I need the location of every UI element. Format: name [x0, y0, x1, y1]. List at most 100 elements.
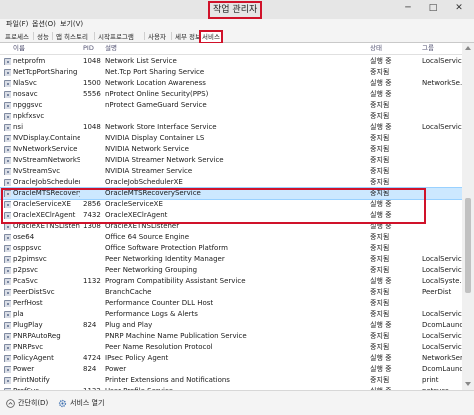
- service-group: LocalServic...: [422, 310, 462, 318]
- service-description: Peer Networking Identity Manager: [105, 255, 225, 263]
- service-row[interactable]: netprofm 1048 Network List Service 실행 중 Loca…: [0, 56, 462, 67]
- tab-divider: [144, 32, 145, 40]
- service-row[interactable]: PNRPAutoReg PNRP Machine Name Publication…: [0, 331, 462, 342]
- service-row[interactable]: OracleServiceXE 2856 OracleServiceXE 실행 중: [0, 199, 462, 210]
- service-description: Plug and Play: [105, 321, 153, 329]
- column-header-description[interactable]: 설명: [105, 43, 117, 54]
- service-pid: 4724: [83, 354, 101, 362]
- service-row[interactable]: NvNetworkService NVIDIA Network Service 중지…: [0, 144, 462, 155]
- service-row[interactable]: nsi 1048 Network Store Interface Service 실행…: [0, 122, 462, 133]
- service-description: Program Compatibility Assistant Service: [105, 277, 246, 285]
- service-group: LocalSyste...: [422, 277, 462, 285]
- service-row[interactable]: ose64 Office 64 Source Engine 중지됨: [0, 232, 462, 243]
- menu-file[interactable]: 파일(F): [6, 19, 28, 30]
- service-row[interactable]: pla Performance Logs & Alerts 중지됨 LocalServ…: [0, 309, 462, 320]
- service-row[interactable]: PNRPsvc Peer Name Resolution Protocol 중지됨 L…: [0, 342, 462, 353]
- open-services-link[interactable]: 서비스 열기: [58, 397, 104, 409]
- tab-divider: [94, 32, 95, 40]
- service-status: 실행 중: [370, 57, 392, 65]
- service-description: Peer Name Resolution Protocol: [105, 343, 213, 351]
- service-row[interactable]: Power 824 Power 실행 중 DcomLaunch: [0, 364, 462, 375]
- title-bar: 작업 관리자 ─ □ ✕: [0, 0, 474, 19]
- scrollbar-thumb[interactable]: [465, 198, 471, 293]
- service-status: 실행 중: [370, 277, 392, 285]
- service-group: DcomLaunch: [422, 321, 462, 329]
- service-row[interactable]: PeerDistSvc BranchCache 중지됨 PeerDist: [0, 287, 462, 298]
- scroll-up-arrow-icon[interactable]: [465, 46, 471, 50]
- column-header-group[interactable]: 그룹: [422, 43, 434, 54]
- service-name: ose64: [13, 233, 35, 241]
- service-pid: 824: [83, 321, 97, 329]
- tab-services[interactable]: 서비스: [199, 30, 223, 44]
- column-header-status[interactable]: 상태: [370, 43, 382, 54]
- service-gear-icon: [4, 355, 11, 362]
- service-row[interactable]: osppsvc Office Software Protection Platfo…: [0, 243, 462, 254]
- service-row[interactable]: NetTcpPortSharing Net.Tcp Port Sharing Se…: [0, 67, 462, 78]
- service-row[interactable]: OracleXETNSListener 1308 OracleXETNSListen…: [0, 221, 462, 232]
- service-name: PcaSvc: [13, 277, 38, 285]
- service-row[interactable]: OracleJobSchedulerXE OracleJobSchedulerXE…: [0, 177, 462, 188]
- header-divider: [0, 54, 462, 55]
- tab-divider: [171, 32, 172, 40]
- service-row[interactable]: NVDisplay.Container... NVIDIA Display Con…: [0, 133, 462, 144]
- service-name: OracleMTSRecovery...: [13, 189, 80, 197]
- service-name: NlaSvc: [13, 79, 37, 87]
- service-row[interactable]: nosavc 5556 nProtect Online Security(PPS) 실…: [0, 89, 462, 100]
- service-description: Network Store Interface Service: [105, 123, 217, 131]
- service-row[interactable]: PerfHost Performance Counter DLL Host 중지됨: [0, 298, 462, 309]
- tab-users[interactable]: 사용자: [146, 31, 168, 42]
- service-name: nsi: [13, 123, 24, 131]
- service-name: pla: [13, 310, 24, 318]
- service-row[interactable]: PolicyAgent 4724 IPsec Policy Agent 실행 중 Net…: [0, 353, 462, 364]
- scroll-down-arrow-icon[interactable]: [465, 382, 471, 386]
- service-status: 실행 중: [370, 354, 392, 362]
- service-row[interactable]: npkfxsvc 중지됨: [0, 111, 462, 122]
- service-row[interactable]: NvStreamNetworkSvc NVIDIA Streamer Networ…: [0, 155, 462, 166]
- service-gear-icon: [4, 377, 11, 384]
- service-row[interactable]: p2psvc Peer Networking Grouping 중지됨 LocalSe…: [0, 265, 462, 276]
- close-button[interactable]: ✕: [449, 0, 469, 16]
- service-description: Net.Tcp Port Sharing Service: [105, 68, 205, 76]
- service-status: 실행 중: [370, 211, 392, 219]
- service-gear-icon: [4, 102, 11, 109]
- fewer-details-button[interactable]: 간단히(D): [6, 397, 48, 409]
- service-gear-icon: [4, 256, 11, 263]
- service-row[interactable]: npggsvc nProtect GameGuard Service 중지됨: [0, 100, 462, 111]
- services-gear-icon: [58, 399, 67, 407]
- service-gear-icon: [4, 69, 11, 76]
- service-group: LocalServic...: [422, 332, 462, 340]
- tab-divider: [33, 32, 34, 40]
- service-status: 실행 중: [370, 365, 392, 373]
- maximize-button[interactable]: □: [423, 0, 443, 16]
- service-group: LocalServic...: [422, 343, 462, 351]
- service-description: Office Software Protection Platform: [105, 244, 228, 252]
- service-description: Peer Networking Grouping: [105, 266, 198, 274]
- tab-processes[interactable]: 프로세스: [3, 31, 31, 42]
- fewer-details-label: 간단히(D): [18, 399, 49, 407]
- service-row[interactable]: p2pimsvc Peer Networking Identity Manager…: [0, 254, 462, 265]
- service-description: Network Location Awareness: [105, 79, 206, 87]
- vertical-scrollbar[interactable]: [462, 43, 474, 390]
- service-row[interactable]: PrintNotify Printer Extensions and Notifi…: [0, 375, 462, 386]
- service-row[interactable]: OracleMTSRecovery... OracleMTSRecoverySer…: [0, 187, 462, 200]
- column-header-name[interactable]: 이름: [13, 43, 25, 54]
- service-gear-icon: [4, 113, 11, 120]
- service-row[interactable]: NvStreamSvc NVIDIA Streamer Service 중지됨: [0, 166, 462, 177]
- service-description: PNRP Machine Name Publication Service: [105, 332, 247, 340]
- service-row[interactable]: PlugPlay 824 Plug and Play 실행 중 DcomLaunch: [0, 320, 462, 331]
- tab-performance[interactable]: 성능: [35, 31, 51, 42]
- column-header-pid[interactable]: PID: [83, 43, 94, 54]
- tab-startup[interactable]: 시작프로그램: [96, 31, 136, 42]
- service-row[interactable]: PcaSvc 1132 Program Compatibility Assistan…: [0, 276, 462, 287]
- tab-app-history[interactable]: 앱 히스토리: [54, 31, 90, 42]
- minimize-button[interactable]: ─: [398, 0, 418, 16]
- service-row[interactable]: OracleXEClrAgent 7432 OracleXEClrAgent 실행 중: [0, 210, 462, 221]
- tab-divider: [52, 32, 53, 40]
- service-name: NetTcpPortSharing: [13, 68, 78, 76]
- service-gear-icon: [4, 201, 11, 208]
- menu-options[interactable]: 옵션(O): [32, 19, 56, 30]
- service-name: OracleServiceXE: [13, 200, 71, 208]
- service-status: 실행 중: [370, 321, 392, 329]
- menu-view[interactable]: 보기(V): [60, 19, 83, 30]
- service-row[interactable]: NlaSvc 1500 Network Location Awareness 실행 중…: [0, 78, 462, 89]
